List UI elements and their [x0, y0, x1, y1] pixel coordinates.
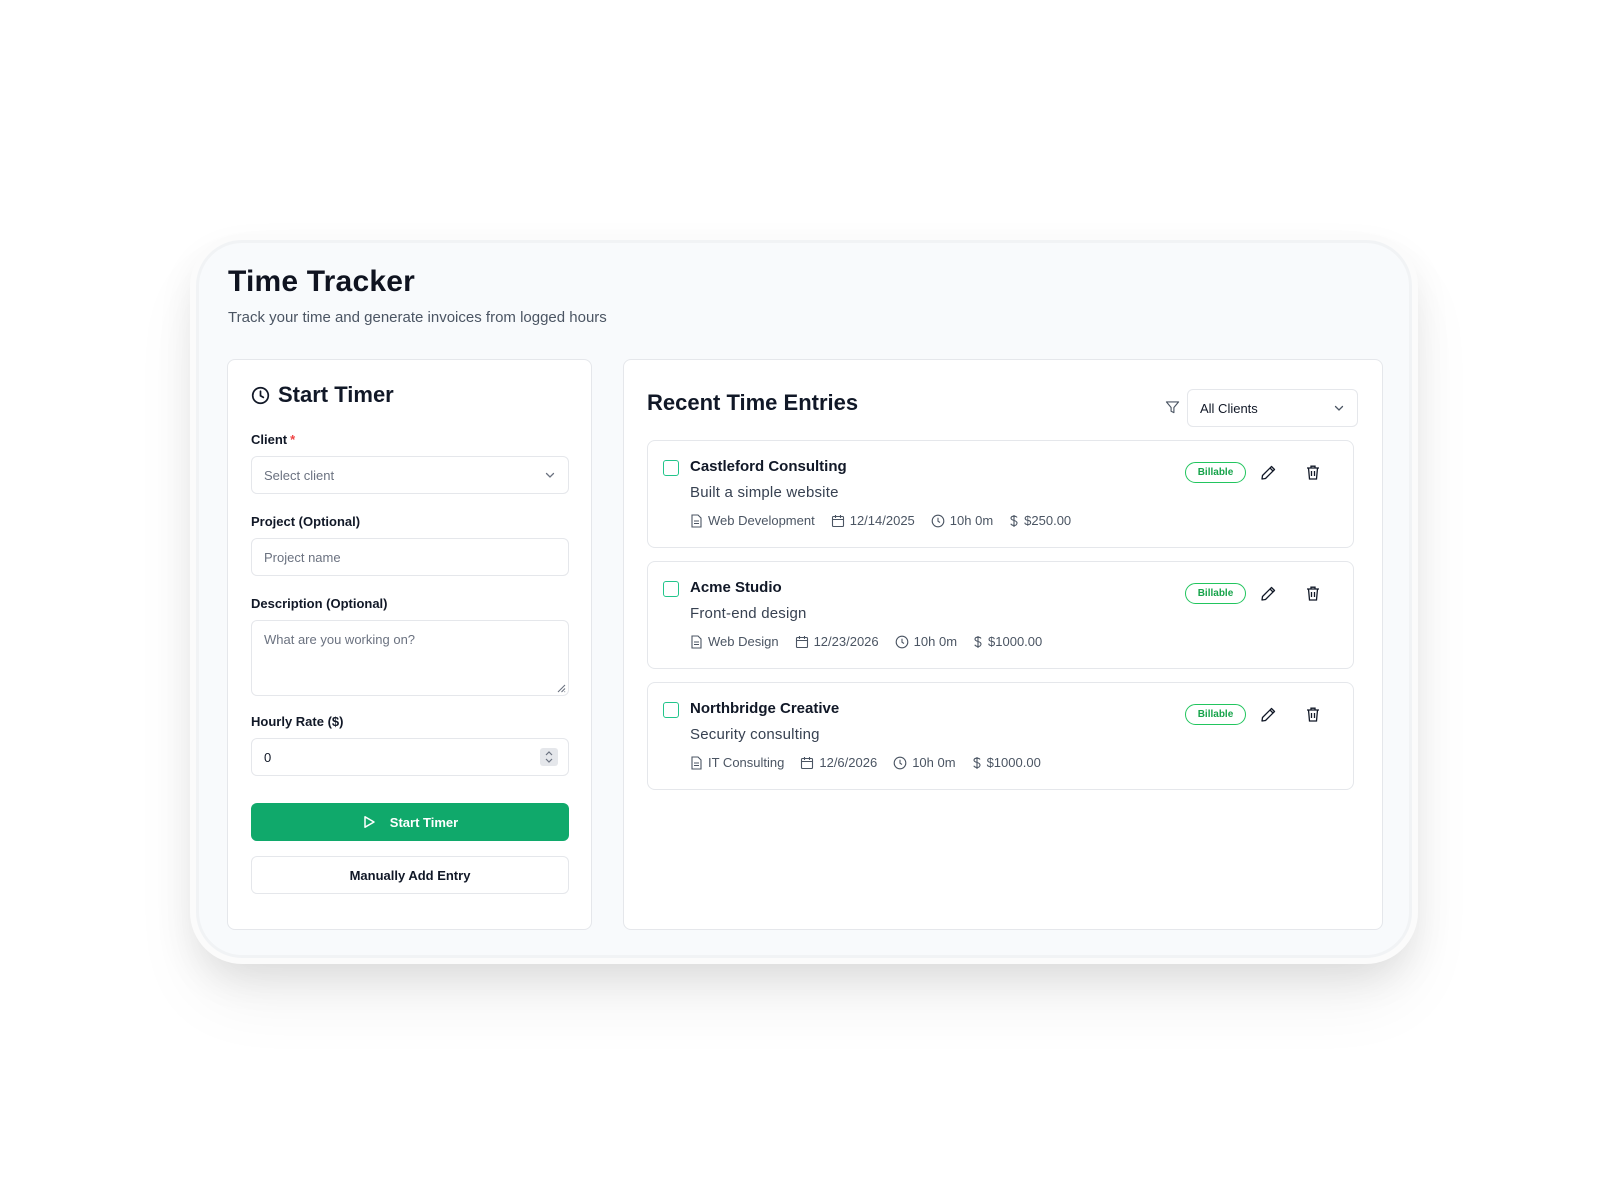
- time-entry: Northbridge Creative Security consulting…: [647, 682, 1354, 790]
- clock-icon: [895, 635, 909, 649]
- manually-add-entry-button[interactable]: Manually Add Entry: [251, 856, 569, 894]
- entry-project-text: IT Consulting: [708, 755, 785, 770]
- entry-amount-text: $1000.00: [988, 634, 1043, 649]
- chevron-down-icon: [1333, 402, 1345, 414]
- entry-date: 12/14/2025: [831, 513, 915, 528]
- client-label-text: Client: [251, 432, 288, 447]
- start-timer-title: Start Timer: [278, 382, 394, 407]
- trash-icon[interactable]: [1305, 464, 1321, 481]
- entry-amount: $1000.00: [973, 634, 1042, 649]
- dollar-icon: [972, 756, 982, 770]
- entry-duration-text: 10h 0m: [912, 755, 956, 770]
- entry-date: 12/23/2026: [795, 634, 879, 649]
- entry-amount-text: $250.00: [1024, 513, 1072, 528]
- clock-icon: [251, 386, 270, 405]
- trash-icon[interactable]: [1305, 585, 1321, 602]
- client-select-placeholder: Select client: [264, 467, 335, 483]
- entry-description: Security consulting: [690, 726, 820, 743]
- entry-duration: 10h 0m: [893, 755, 956, 770]
- page-title: Time Tracker: [228, 265, 415, 298]
- entry-duration-text: 10h 0m: [913, 634, 958, 649]
- entry-client: Castleford Consulting: [690, 458, 847, 475]
- client-select[interactable]: Select client: [251, 456, 569, 494]
- edit-icon[interactable]: [1260, 464, 1277, 481]
- start-timer-card: Start Timer Client * Select client Projec…: [227, 359, 592, 930]
- hourly-rate-value: 0: [264, 749, 272, 765]
- entry-checkbox[interactable]: [663, 581, 679, 597]
- description-placeholder: What are you working on?: [264, 632, 416, 647]
- required-mark: *: [290, 432, 296, 447]
- entry-description: Front-end design: [690, 605, 807, 622]
- manually-add-entry-label: Manually Add Entry: [349, 867, 471, 883]
- entry-project-text: Web Design: [708, 634, 779, 649]
- filter-icon: [1165, 400, 1180, 415]
- project-input[interactable]: Project name: [251, 538, 569, 576]
- entry-checkbox[interactable]: [663, 702, 679, 718]
- rate-label: Hourly Rate ($): [251, 714, 344, 729]
- entry-meta: IT Consulting 12/6/2026 10h 0m $1000.00: [690, 755, 1041, 770]
- billable-badge: Billable: [1185, 704, 1246, 725]
- start-timer-heading: Start Timer: [251, 382, 394, 408]
- entry-project: Web Development: [690, 513, 815, 528]
- resize-handle-icon[interactable]: [556, 683, 566, 693]
- document-icon: [690, 513, 703, 528]
- entry-client: Northbridge Creative: [690, 700, 840, 717]
- chevron-down-icon: [544, 469, 556, 481]
- calendar-icon: [795, 635, 809, 649]
- entry-duration: 10h 0m: [895, 634, 957, 649]
- entry-project-text: Web Development: [708, 513, 815, 528]
- description-textarea[interactable]: What are you working on?: [251, 620, 569, 696]
- play-icon: [362, 815, 376, 829]
- billable-badge: Billable: [1185, 462, 1246, 483]
- calendar-icon: [800, 756, 814, 770]
- recent-entries-title: Recent Time Entries: [647, 390, 859, 415]
- entry-amount-text: $1000.00: [986, 755, 1041, 770]
- recent-entries-card: Recent Time Entries All Clients Castlefo…: [623, 359, 1383, 930]
- entry-amount: $250.00: [1009, 513, 1071, 528]
- client-filter-value: All Clients: [1200, 400, 1258, 416]
- trash-icon[interactable]: [1305, 706, 1321, 723]
- document-icon: [690, 634, 703, 649]
- client-filter-select[interactable]: All Clients: [1187, 389, 1358, 427]
- billable-badge: Billable: [1185, 583, 1246, 604]
- entry-description: Built a simple website: [690, 484, 839, 501]
- project-label: Project (Optional): [251, 514, 361, 529]
- entry-project: Web Design: [690, 634, 779, 649]
- document-icon: [690, 755, 703, 770]
- clock-icon: [893, 756, 907, 770]
- entry-date-text: 12/6/2026: [819, 755, 878, 770]
- description-label: Description (Optional): [251, 596, 388, 611]
- start-timer-button[interactable]: Start Timer: [251, 803, 569, 841]
- project-placeholder: Project name: [264, 549, 341, 565]
- time-entry: Castleford Consulting Built a simple web…: [647, 440, 1354, 548]
- entry-duration-text: 10h 0m: [949, 513, 994, 528]
- page-subtitle: Track your time and generate invoices fr…: [228, 309, 607, 326]
- hourly-rate-input[interactable]: 0: [251, 738, 569, 776]
- start-timer-button-label: Start Timer: [389, 814, 459, 830]
- entry-duration: 10h 0m: [931, 513, 993, 528]
- dollar-icon: [973, 635, 983, 649]
- dollar-icon: [1009, 514, 1019, 528]
- app-window: Time Tracker Track your time and generat…: [196, 240, 1412, 958]
- calendar-icon: [831, 514, 845, 528]
- entry-amount: $1000.00: [972, 755, 1041, 770]
- entry-project: IT Consulting: [690, 755, 784, 770]
- client-label: Client *: [251, 432, 295, 447]
- entry-meta: Web Design 12/23/2026 10h 0m $1000.00: [690, 634, 1042, 649]
- time-entry: Acme Studio Front-end design Web Design …: [647, 561, 1354, 669]
- clock-icon: [931, 514, 945, 528]
- entry-meta: Web Development 12/14/2025 10h 0m $250.0…: [690, 513, 1071, 528]
- entry-checkbox[interactable]: [663, 460, 679, 476]
- rate-stepper[interactable]: [540, 748, 558, 766]
- entry-date-text: 12/14/2025: [849, 513, 915, 528]
- edit-icon[interactable]: [1260, 585, 1277, 602]
- entry-date-text: 12/23/2026: [813, 634, 879, 649]
- entry-client: Acme Studio: [690, 579, 782, 596]
- edit-icon[interactable]: [1260, 706, 1277, 723]
- entry-date: 12/6/2026: [800, 755, 877, 770]
